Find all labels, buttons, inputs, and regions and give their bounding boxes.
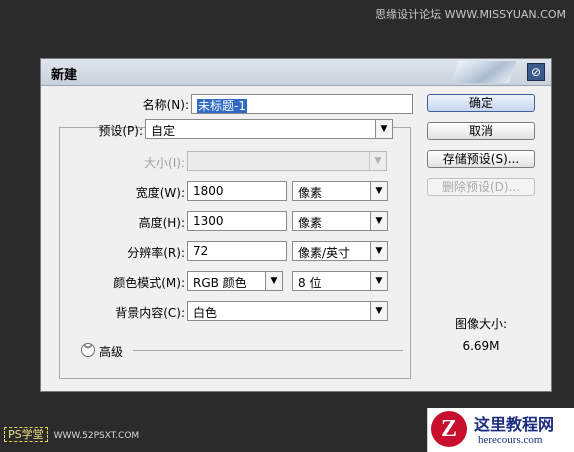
expand-advanced-icon[interactable]: ︾ — [81, 343, 95, 357]
width-unit-dropdown[interactable]: 像素 ▼ — [292, 181, 388, 201]
chevron-down-icon: ▼ — [370, 302, 387, 320]
resolution-field[interactable]: 72 — [187, 241, 287, 261]
new-document-dialog: 新建 ⊘ 名称(N): 未标题-1 预设(P): 自定 ▼ 大小(I): ▼ 宽… — [40, 58, 552, 392]
background-value: 白色 — [193, 306, 218, 320]
width-value: 1800 — [193, 184, 224, 198]
preset-dropdown[interactable]: 自定 ▼ — [145, 119, 393, 139]
chevron-down-icon: ▼ — [370, 212, 387, 230]
image-size-value: 6.69M — [462, 339, 500, 353]
delete-preset-button[interactable]: 删除预设(D)... — [427, 178, 535, 196]
chevron-down-icon: ▼ — [370, 272, 387, 290]
preset-label: 预设(P): — [98, 124, 143, 138]
ps-logo-text: PS学堂 — [4, 427, 48, 442]
chevron-down-icon: ▼ — [265, 272, 282, 290]
name-label: 名称(N): — [142, 98, 189, 112]
chevron-down-icon: ▼ — [370, 182, 387, 200]
color-mode-value: RGB 颜色 — [193, 276, 247, 290]
resolution-unit-dropdown[interactable]: 像素/英寸 ▼ — [292, 241, 388, 261]
resolution-unit-value: 像素/英寸 — [298, 246, 351, 260]
ok-button[interactable]: 确定 — [427, 94, 535, 112]
z-logo-icon: Z — [431, 411, 467, 447]
herecours-title: 这里教程网 — [474, 415, 555, 434]
title-bar: 新建 ⊘ — [41, 59, 551, 86]
height-value: 1300 — [193, 214, 224, 228]
color-mode-dropdown[interactable]: RGB 颜色 ▼ — [187, 271, 283, 291]
name-value: 未标题-1 — [197, 99, 247, 113]
save-preset-button[interactable]: 存储预设(S)... — [427, 150, 535, 168]
chevron-down-icon: ▼ — [375, 120, 392, 138]
ps-school-logo: PS学堂 WWW.52PSXT.COM — [4, 426, 144, 446]
width-unit-value: 像素 — [298, 186, 323, 200]
width-field[interactable]: 1800 — [187, 181, 287, 201]
width-label: 宽度(W): — [135, 186, 185, 200]
resolution-value: 72 — [193, 244, 209, 258]
chevron-down-icon: ▼ — [369, 152, 386, 170]
windows-logo-decoration — [450, 61, 518, 83]
preset-value: 自定 — [151, 124, 176, 138]
herecours-url: herecours.com — [478, 434, 543, 446]
height-label: 高度(H): — [138, 216, 185, 230]
name-field[interactable]: 未标题-1 — [191, 94, 413, 114]
size-dropdown[interactable]: ▼ — [187, 151, 387, 171]
background-label: 背景内容(C): — [115, 306, 185, 320]
height-unit-value: 像素 — [298, 216, 323, 230]
cancel-button[interactable]: 取消 — [427, 122, 535, 140]
advanced-divider — [133, 350, 403, 351]
bit-depth-dropdown[interactable]: 8 位 ▼ — [292, 271, 388, 291]
image-size-label: 图像大小: — [454, 317, 508, 331]
close-icon[interactable]: ⊘ — [527, 63, 545, 81]
size-label: 大小(I): — [144, 156, 185, 170]
advanced-label[interactable]: 高级 — [99, 343, 123, 360]
herecours-logo: Z 这里教程网 herecours.com — [427, 408, 574, 452]
height-unit-dropdown[interactable]: 像素 ▼ — [292, 211, 388, 231]
color-mode-label: 颜色模式(M): — [113, 276, 185, 290]
watermark-top: 思缘设计论坛 WWW.MISSYUAN.COM — [375, 8, 566, 21]
height-field[interactable]: 1300 — [187, 211, 287, 231]
chevron-down-icon: ▼ — [370, 242, 387, 260]
resolution-label: 分辨率(R): — [127, 246, 185, 260]
bit-depth-value: 8 位 — [298, 276, 322, 290]
ps-logo-url: WWW.52PSXT.COM — [53, 431, 140, 441]
dialog-title: 新建 — [51, 68, 78, 83]
background-dropdown[interactable]: 白色 ▼ — [187, 301, 388, 321]
